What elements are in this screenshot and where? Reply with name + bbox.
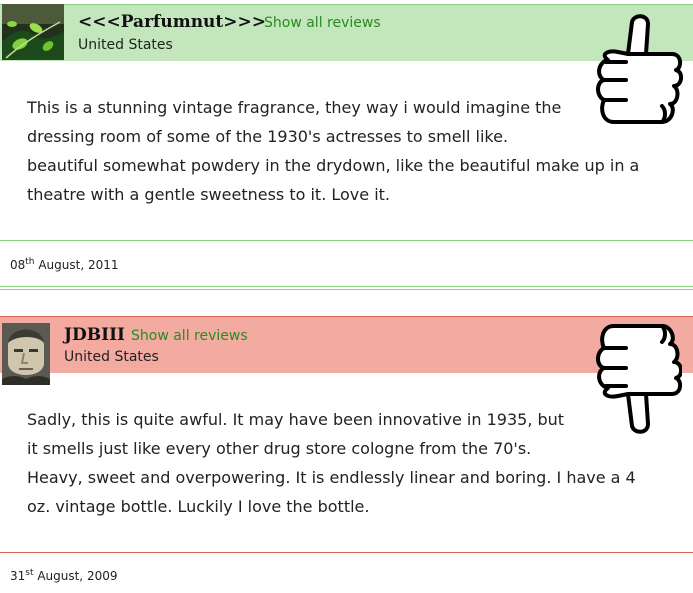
review-card: <<<Parfumnut>>> Show all reviews United … (0, 0, 693, 290)
review-body: This is a stunning vintage fragrance, th… (27, 93, 639, 209)
date-day: 08 (10, 258, 26, 272)
divider (0, 286, 693, 287)
review-line: Heavy, sweet and overpowering. It is end… (27, 468, 636, 487)
review-line: theatre with a gentle sweetness to it. L… (27, 185, 390, 204)
date-day: 31 (10, 569, 26, 583)
review-line: oz. vintage bottle. Luckily I love the b… (27, 497, 370, 516)
review-line: Sadly, this is quite awful. It may have … (27, 410, 565, 429)
date-rest: August, 2009 (33, 569, 118, 583)
reviewer-country: United States (78, 37, 173, 53)
show-all-reviews-link[interactable]: Show all reviews (264, 15, 381, 31)
reviewer-name[interactable]: <<<Parfumnut>>> (78, 12, 266, 32)
avatar[interactable] (2, 4, 64, 66)
divider (0, 552, 693, 553)
divider (0, 240, 693, 241)
review-line: dressing room of some of the 1930's actr… (27, 127, 509, 146)
date-suffix: th (25, 257, 35, 267)
review-line: This is a stunning vintage fragrance, th… (27, 98, 562, 117)
review-body: Sadly, this is quite awful. It may have … (27, 405, 636, 521)
reviewer-name[interactable]: JDBIII (64, 325, 125, 345)
reviewer-country: United States (64, 349, 159, 365)
review-line: it smells just like every other drug sto… (27, 439, 532, 458)
divider (0, 289, 693, 290)
avatar[interactable] (2, 323, 50, 385)
review-date: 31st August, 2009 (10, 568, 118, 584)
show-all-reviews-link[interactable]: Show all reviews (131, 328, 248, 344)
review-card: JDBIII Show all reviews United States Sa… (0, 316, 693, 593)
date-rest: August, 2011 (34, 258, 119, 272)
review-line: beautiful somewhat powdery in the drydow… (27, 156, 640, 175)
date-suffix: st (25, 568, 34, 578)
review-date: 08th August, 2011 (10, 257, 119, 273)
